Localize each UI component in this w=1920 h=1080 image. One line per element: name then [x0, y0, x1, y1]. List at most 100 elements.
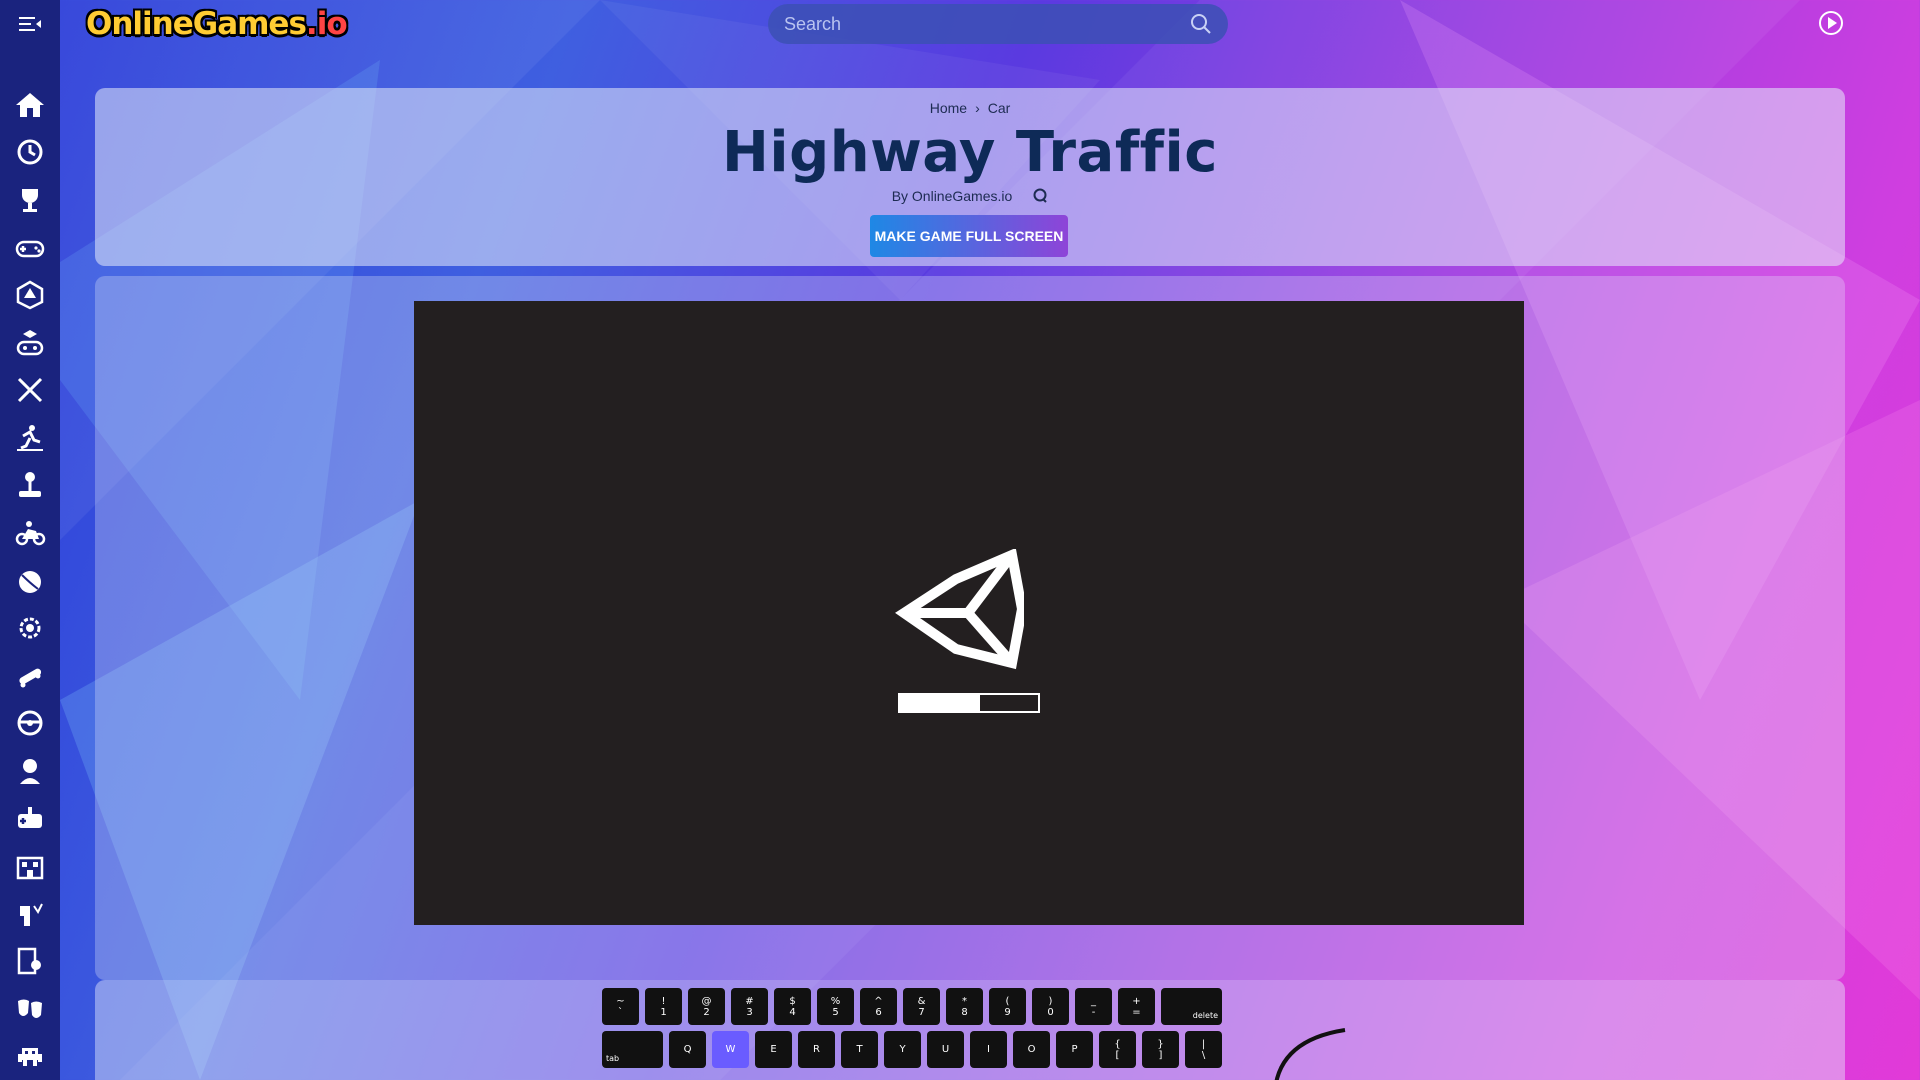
breadcrumb-home-link[interactable]: Home — [930, 100, 967, 116]
key-tab: tab — [602, 1031, 663, 1068]
sidebar-item-home[interactable] — [0, 81, 60, 129]
key-glyph: & — [917, 995, 926, 1007]
key-glyph: { — [1114, 1038, 1121, 1050]
key-glyph: % — [830, 995, 841, 1007]
key-glyph: 5 — [832, 1006, 839, 1018]
key-glyph: 1 — [660, 1006, 667, 1018]
board-game-icon — [17, 947, 41, 975]
gamepad-icon — [15, 240, 45, 257]
play-icon[interactable] — [1818, 10, 1844, 36]
game-canvas[interactable] — [414, 301, 1524, 925]
key-glyph: 0 — [1047, 1006, 1054, 1018]
key-glyph: + — [1132, 995, 1141, 1007]
key-glyph: I — [987, 1044, 990, 1055]
key-q: Q — [669, 1031, 706, 1068]
sidebar-item-tower[interactable] — [0, 842, 60, 890]
runner-icon — [17, 424, 43, 451]
sidebar-item-multiplayer[interactable] — [0, 795, 60, 843]
sidebar-item-minecraft[interactable] — [0, 890, 60, 938]
key: (9 — [989, 988, 1026, 1025]
key-glyph: * — [962, 995, 967, 1007]
key-glyph: _ — [1091, 995, 1096, 1007]
key-glyph: = — [1132, 1006, 1141, 1018]
breadcrumb-separator: › — [975, 100, 980, 116]
sidebar-item-best[interactable] — [0, 176, 60, 224]
search-icon[interactable] — [1190, 13, 1212, 35]
sidebar-item-retro[interactable] — [0, 1033, 60, 1080]
top-bar: OnlineGames.io — [0, 0, 1920, 86]
breadcrumb: Home › Car — [95, 100, 1845, 116]
key-t: T — [841, 1031, 878, 1068]
ball-icon — [19, 570, 41, 593]
menu-toggle-button[interactable] — [0, 0, 60, 48]
key-glyph: } — [1157, 1038, 1164, 1050]
sidebar-item-sports[interactable] — [0, 414, 60, 462]
blocks-icon — [20, 903, 43, 926]
home-icon — [16, 92, 44, 117]
sidebar-item-puzzle[interactable] — [0, 319, 60, 367]
key: | \ — [1185, 1031, 1222, 1068]
author-link[interactable]: By OnlineGames.io — [892, 188, 1013, 204]
key-glyph: 8 — [961, 1006, 968, 1018]
sidebar-item-adventure[interactable] — [0, 985, 60, 1033]
sidebar-item-arcade[interactable] — [0, 462, 60, 510]
search-bar — [768, 4, 1228, 44]
key-glyph: \ — [1201, 1049, 1206, 1061]
key: }] — [1142, 1031, 1179, 1068]
sidebar-item-board[interactable] — [0, 937, 60, 985]
gear-icon — [19, 617, 41, 639]
key: ^ 6 — [860, 988, 897, 1025]
key: ) 0 — [1032, 988, 1069, 1025]
girl-icon — [20, 758, 40, 784]
key-glyph: W — [725, 1044, 736, 1055]
key-glyph: T — [856, 1044, 863, 1055]
key: @2 — [688, 988, 725, 1025]
key: * 8 — [946, 988, 983, 1025]
key-o: O — [1013, 1031, 1050, 1068]
key-glyph: 3 — [746, 1006, 753, 1018]
sidebar-item-driving[interactable] — [0, 700, 60, 748]
key: #3 — [731, 988, 768, 1025]
fort-icon — [16, 856, 44, 880]
key-glyph: $ — [789, 995, 796, 1007]
breadcrumb-category-link[interactable]: Car — [988, 100, 1011, 116]
keyboard-row-qwerty: tab Q W E R T Y U I O P{[}] | \ — [602, 1031, 1222, 1068]
fullscreen-button[interactable]: MAKE GAME FULL SCREEN — [870, 215, 1068, 257]
key: ! 1 — [645, 988, 682, 1025]
history-icon — [17, 139, 43, 165]
key-glyph: ( — [1005, 995, 1010, 1007]
key-u: U — [927, 1031, 964, 1068]
byline: By OnlineGames.io — [95, 188, 1845, 204]
key-glyph: ] — [1158, 1049, 1163, 1061]
key-glyph: delete — [1192, 1011, 1218, 1021]
sidebar-item-girls[interactable] — [0, 747, 60, 795]
sidebar-item-strategy[interactable] — [0, 604, 60, 652]
sidebar-item-games[interactable] — [0, 224, 60, 272]
search-input[interactable] — [784, 13, 1190, 35]
loading-progress-bar — [898, 693, 1040, 713]
key-glyph: 2 — [703, 1006, 710, 1018]
key-i: I — [970, 1031, 1007, 1068]
key-y: Y — [884, 1031, 921, 1068]
key-glyph: E — [770, 1044, 777, 1055]
sidebar-item-recent[interactable] — [0, 129, 60, 177]
comment-icon[interactable] — [1032, 188, 1048, 204]
sidebar-item-racing[interactable] — [0, 509, 60, 557]
sidebar-item-ball[interactable] — [0, 557, 60, 605]
key-glyph: R — [813, 1044, 820, 1055]
key: ~ ` — [602, 988, 639, 1025]
key-glyph: @ — [701, 995, 712, 1007]
motorbike-icon — [15, 520, 46, 546]
key-glyph: - — [1091, 1006, 1096, 1018]
site-logo[interactable]: OnlineGames.io — [86, 6, 348, 42]
key-glyph: ` — [618, 1006, 623, 1018]
sidebar-item-action[interactable] — [0, 366, 60, 414]
sidebar-item-skill[interactable] — [0, 652, 60, 700]
key: + = — [1118, 988, 1155, 1025]
masks-icon — [18, 999, 42, 1018]
key-e: E — [755, 1031, 792, 1068]
sidebar-item-dice[interactable] — [0, 271, 60, 319]
dice-icon — [16, 280, 44, 310]
loading-progress-fill — [900, 695, 981, 711]
space-invader-icon — [18, 1048, 42, 1067]
